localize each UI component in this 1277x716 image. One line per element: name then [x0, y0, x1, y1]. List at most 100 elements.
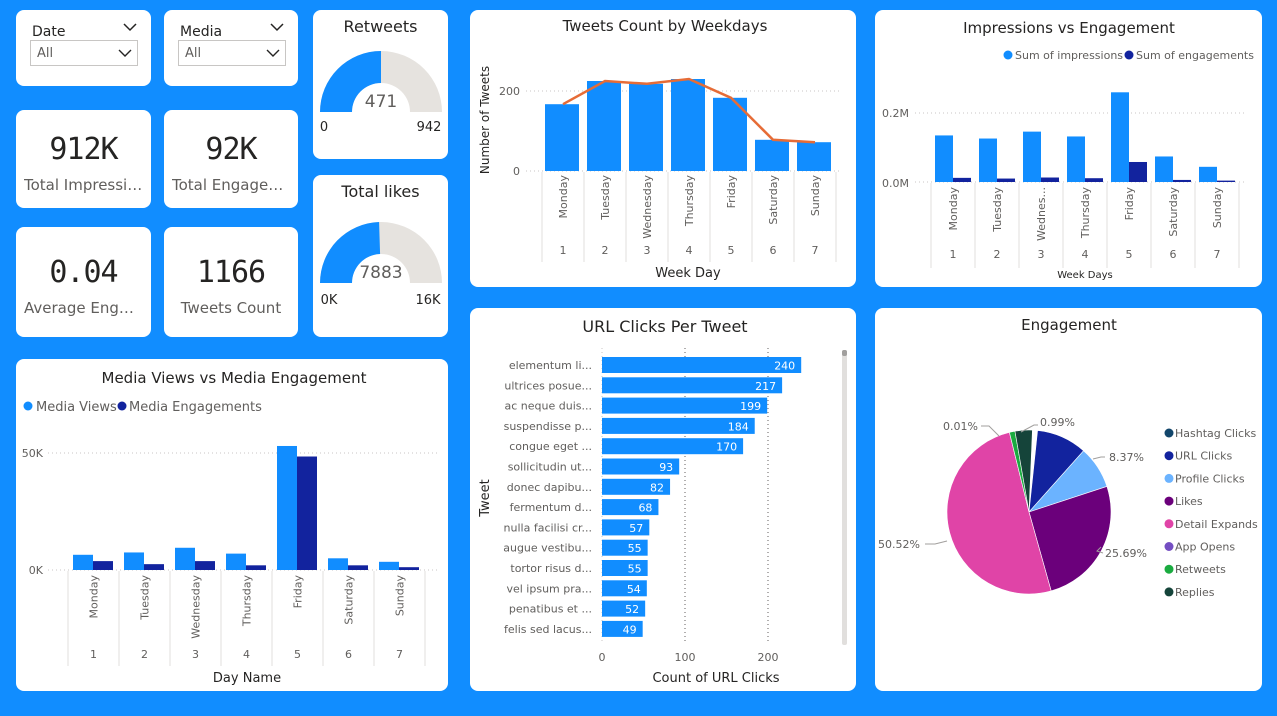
kpi-value: 0.04 [49, 255, 118, 290]
bar-media-engagements [144, 564, 164, 570]
x-tick-sublabel: 7 [1214, 248, 1221, 261]
gauge-value: 471 [365, 92, 397, 112]
x-tick-label: Thursday [241, 575, 254, 628]
legend-label: Likes [1175, 495, 1203, 508]
date-slicer: Date All [16, 10, 151, 86]
media-views-card[interactable]: Media Views vs Media Engagement Media Vi… [16, 359, 448, 691]
likes-gauge-card[interactable]: Total likes 7883 0K 16K [313, 175, 448, 337]
bar-impressions [1067, 136, 1085, 182]
x-tick-label: 0 [599, 651, 606, 664]
retweets-gauge-card[interactable]: Retweets 471 0 942 [313, 10, 448, 159]
x-tick-label: Thursday [1079, 187, 1092, 240]
bar [671, 79, 705, 171]
x-tick-label: Tuesday [991, 187, 1004, 233]
bar-media-engagements [348, 565, 368, 570]
y-tick-label: penatibus et ... [509, 603, 592, 616]
y-tick-label: 50K [22, 447, 44, 460]
leader-line [981, 425, 1000, 437]
x-axis-title: Count of URL Clicks [652, 671, 779, 686]
tweets-by-weekday-card[interactable]: Tweets Count by Weekdays Number of Tweet… [470, 10, 856, 287]
x-tick-sublabel: 2 [141, 648, 148, 661]
scrollbar-track[interactable] [842, 350, 847, 645]
x-tick-sublabel: 2 [602, 244, 609, 257]
legend-marker [1164, 587, 1174, 597]
tweets-by-weekday-chart: Tweets Count by Weekdays Number of Tweet… [478, 17, 840, 281]
bar [602, 357, 802, 373]
x-tick-label: Saturday [767, 175, 780, 225]
engagement-pie-chart: Engagement 0.99% 8.37% 25.69% 50.52% 0.01% Ha… [878, 316, 1258, 599]
bar-engagements [1129, 161, 1147, 182]
bar-media-engagements [297, 456, 317, 570]
bar-impressions [1023, 131, 1041, 182]
slice-label: 8.37% [1109, 451, 1144, 464]
impressions-vs-engagement-card[interactable]: Impressions vs Engagement Sum of impress… [875, 10, 1262, 287]
bar [797, 142, 831, 171]
y-tick-label: felis sed lacus... [504, 623, 592, 636]
x-axis-title: Week Day [655, 266, 721, 281]
kpi-tweets-count[interactable]: 1166 Tweets Count [164, 227, 298, 337]
date-dropdown[interactable]: All [30, 40, 138, 66]
data-label: 54 [627, 583, 641, 596]
data-label: 170 [716, 441, 737, 454]
legend-marker [1164, 428, 1174, 438]
bar-engagements [1173, 179, 1191, 182]
leader-line [925, 540, 948, 545]
bar-impressions [979, 138, 997, 182]
kpi-total-engagements[interactable]: 92K Total Engagem... [164, 110, 298, 208]
bar-engagements [1085, 178, 1103, 182]
chevron-down-icon[interactable] [270, 22, 284, 32]
y-tick-label: nulla facilisi cr... [504, 521, 592, 534]
bar [629, 83, 663, 171]
x-tick-label: Monday [947, 187, 960, 231]
chevron-down-icon[interactable] [123, 22, 137, 32]
bar-impressions [1155, 156, 1173, 182]
legend-label: Media Engagements [129, 400, 262, 415]
x-tick-sublabel: 1 [950, 248, 957, 261]
x-tick-label: Saturday [1167, 187, 1180, 237]
x-tick-label: Sunday [1211, 187, 1224, 229]
data-label: 52 [625, 603, 639, 616]
data-label: 49 [623, 623, 637, 636]
legend-label: Media Views [36, 400, 117, 415]
legend-label: Sum of engagements [1136, 49, 1254, 62]
data-label: 240 [774, 360, 795, 373]
bar [755, 139, 789, 171]
bar-media-engagements [195, 561, 215, 570]
legend-label: Hashtag Clicks [1175, 427, 1256, 440]
data-label: 57 [629, 522, 643, 535]
x-tick-label: Wednesday [641, 175, 654, 239]
x-axis-title: Day Name [213, 671, 281, 686]
x-tick-label: 200 [758, 651, 779, 664]
slice-label: 50.52% [878, 538, 920, 551]
kpi-label: Total Engagem... [172, 176, 290, 194]
slice-label: 0.01% [943, 420, 978, 433]
chart-title: Impressions vs Engagement [963, 19, 1175, 37]
url-clicks-card[interactable]: URL Clicks Per Tweet Tweet Count of URL … [470, 308, 856, 691]
bar-media-views [124, 552, 144, 570]
bar-impressions [1199, 166, 1217, 182]
slice-label: 0.99% [1040, 416, 1075, 429]
y-axis-title: Tweet [478, 479, 493, 518]
legend-marker [23, 401, 33, 411]
x-tick-sublabel: 7 [812, 244, 819, 257]
x-tick-sublabel: 5 [294, 648, 301, 661]
media-dropdown[interactable]: All [178, 40, 286, 66]
legend-marker [1124, 50, 1134, 60]
legend-marker [117, 401, 127, 411]
scrollbar-thumb[interactable] [842, 350, 847, 356]
kpi-average-engagement[interactable]: 0.04 Average Engag... [16, 227, 151, 337]
bar-impressions [935, 135, 953, 182]
chevron-down-icon [266, 49, 280, 57]
engagement-pie-card[interactable]: Engagement 0.99% 8.37% 25.69% 50.52% 0.01% Ha… [875, 308, 1262, 691]
url-clicks-chart: URL Clicks Per Tweet Tweet Count of URL … [478, 317, 847, 686]
legend-marker [1164, 451, 1174, 461]
kpi-label: Average Engag... [24, 299, 143, 317]
y-tick-label: ultrices posue... [504, 379, 592, 392]
data-label: 184 [728, 420, 749, 433]
bar-engagements [997, 178, 1015, 182]
y-tick-label: 0.2M [882, 107, 909, 120]
gauge-max: 16K [415, 293, 441, 308]
likes-gauge: 7883 0K 16K [320, 222, 442, 308]
x-tick-label: Tuesday [139, 575, 152, 621]
kpi-total-impressions[interactable]: 912K Total Impressio... [16, 110, 151, 208]
